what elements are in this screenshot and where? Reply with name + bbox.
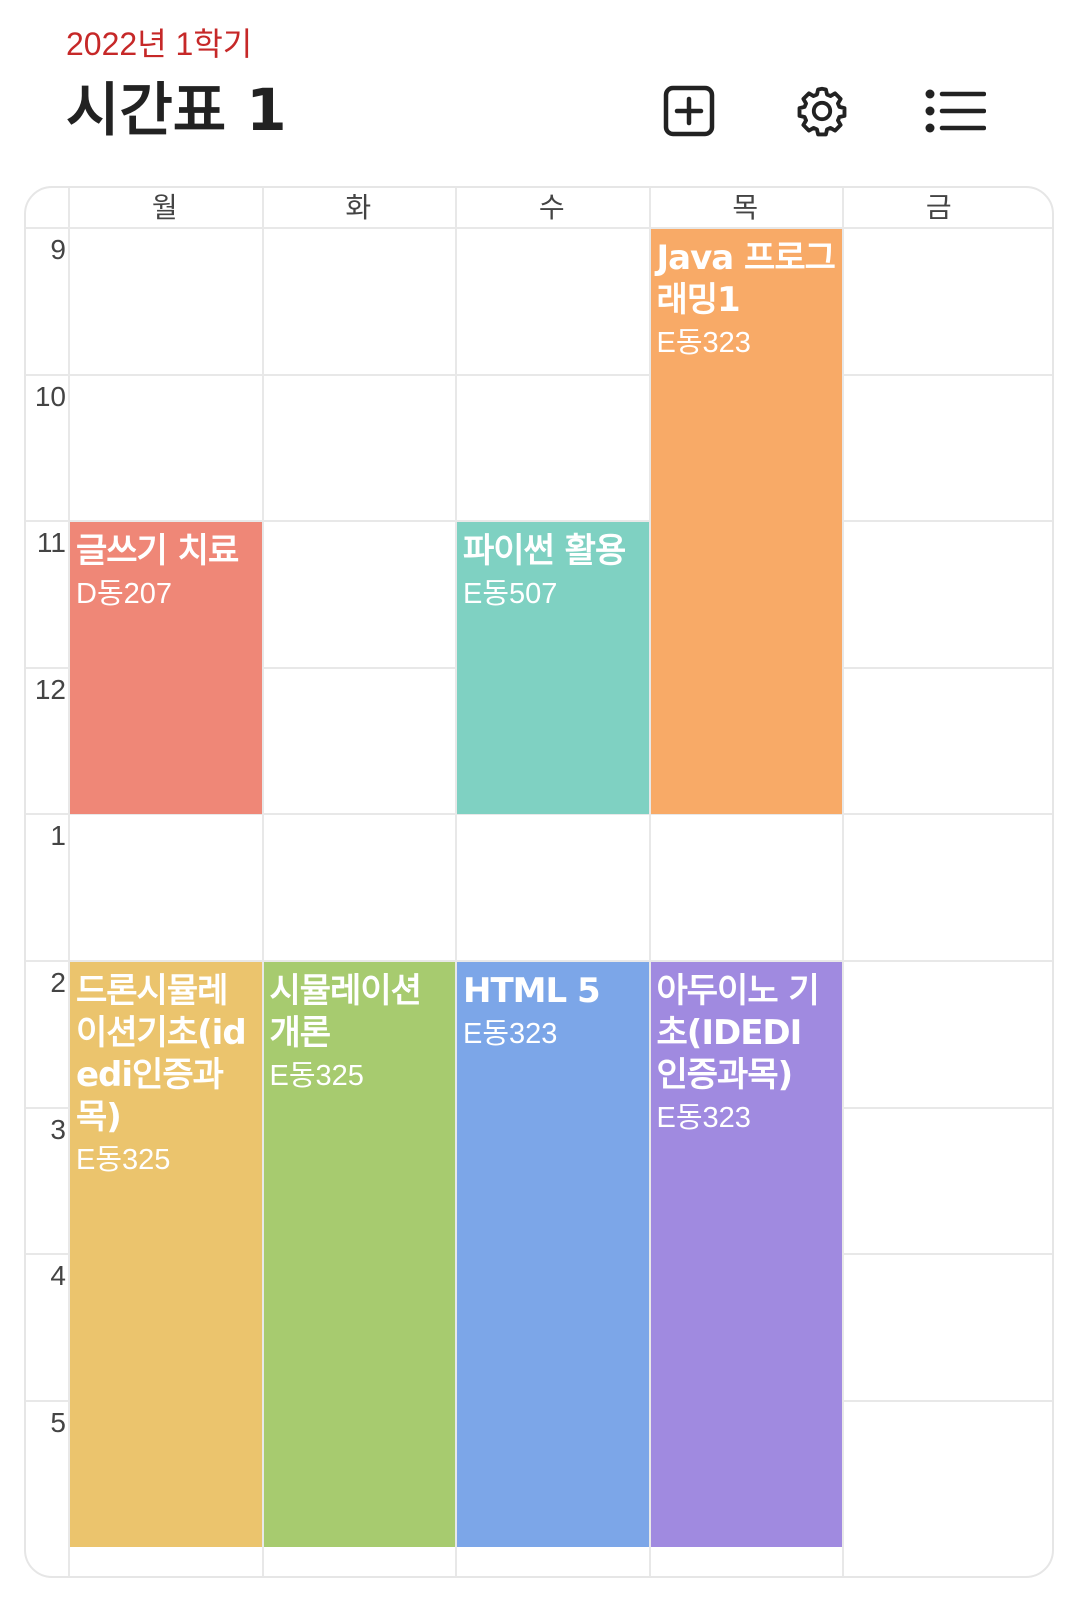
course-room: E동323 <box>656 327 751 359</box>
time-slot[interactable] <box>264 669 456 814</box>
time-slot[interactable] <box>70 815 262 960</box>
course-name: 글쓰기 치료 <box>76 531 239 572</box>
time-slot[interactable] <box>264 815 456 960</box>
semester-label: 2022년 1학기 <box>66 26 253 62</box>
time-slot[interactable] <box>70 376 262 521</box>
course-block[interactable]: 시뮬레이션 개론 E동325 <box>263 962 455 1548</box>
course-block[interactable]: 파이썬 활용 E동507 <box>457 522 649 815</box>
day-header: 화 <box>345 191 372 224</box>
time-slot[interactable] <box>844 962 1036 1107</box>
hour-label: 4 <box>50 1260 66 1292</box>
course-name: 시뮬레이션 개론 <box>269 971 422 1053</box>
course-block[interactable]: HTML 5 E동323 <box>457 962 649 1548</box>
hour-label: 3 <box>50 1113 66 1145</box>
day-header: 목 <box>732 191 759 224</box>
time-slot[interactable] <box>457 229 649 374</box>
course-block[interactable]: Java 프로그래밍1 E동323 <box>650 229 842 815</box>
time-slot[interactable] <box>844 1402 1036 1547</box>
time-slot[interactable] <box>457 376 649 521</box>
list-icon <box>925 89 986 133</box>
time-slot[interactable] <box>844 376 1036 521</box>
settings-button[interactable] <box>787 76 857 146</box>
time-slot[interactable] <box>844 1255 1036 1400</box>
page-title[interactable]: 시간표 1 <box>66 76 287 144</box>
course-room: E동325 <box>76 1144 171 1176</box>
time-slot[interactable] <box>264 522 456 667</box>
hour-label: 11 <box>36 527 66 559</box>
add-course-button[interactable] <box>654 76 724 146</box>
hour-label: 9 <box>50 234 66 265</box>
time-slot[interactable] <box>70 229 262 374</box>
course-block[interactable]: 드론시뮬레이션기초(idedi인증과목) E동325 <box>70 962 262 1548</box>
course-name: 아두이노 기초(IDEDI 인증과목) <box>656 971 820 1095</box>
course-room: E동323 <box>463 1018 558 1050</box>
course-name: 드론시뮬레이션기초(idedi인증과목) <box>76 971 247 1137</box>
course-name: 파이썬 활용 <box>463 531 626 572</box>
hour-label: 2 <box>50 967 66 998</box>
time-slot[interactable] <box>844 669 1036 814</box>
course-room: D동207 <box>76 578 173 611</box>
hour-label: 1 <box>50 820 66 852</box>
course-name: Java 프로그래밍1 <box>656 238 836 320</box>
time-slot[interactable] <box>651 815 843 960</box>
time-slot[interactable] <box>844 522 1036 667</box>
day-header: 월 <box>151 191 178 224</box>
time-slot[interactable] <box>844 815 1036 960</box>
timetable-grid[interactable]: 월 화 수 목 금 9 10 11 12 1 2 3 4 5 Java 프로그래밍1 E동323 글쓰기 치료 D… <box>24 186 1054 1578</box>
course-block[interactable]: 아두이노 기초(IDEDI 인증과목) E동323 <box>650 962 842 1548</box>
day-header: 수 <box>538 191 565 224</box>
hour-label: 12 <box>34 673 66 705</box>
course-room: E동507 <box>463 578 558 611</box>
time-slot[interactable] <box>844 229 1036 374</box>
gear-icon <box>797 86 847 137</box>
time-slot[interactable] <box>844 1109 1036 1254</box>
time-slot[interactable] <box>264 229 456 374</box>
day-header: 금 <box>925 191 952 224</box>
time-slot[interactable] <box>264 376 456 521</box>
add-square-icon <box>663 85 715 137</box>
course-block[interactable]: 글쓰기 치료 D동207 <box>70 522 262 815</box>
hour-label: 10 <box>34 380 66 412</box>
time-slot[interactable] <box>457 815 649 960</box>
course-room: E동325 <box>269 1060 364 1092</box>
list-button[interactable] <box>920 76 990 146</box>
course-room: E동323 <box>656 1102 751 1134</box>
hour-label: 5 <box>50 1406 66 1438</box>
course-name: HTML 5 <box>463 971 601 1011</box>
